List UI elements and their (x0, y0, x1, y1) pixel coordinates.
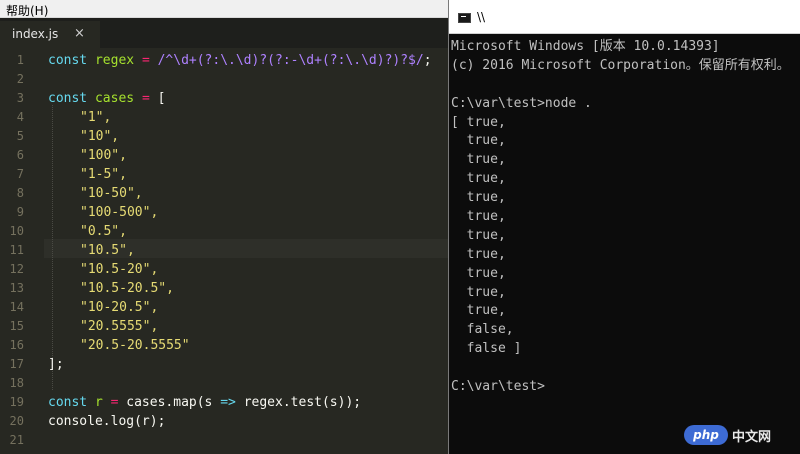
arrow-operator: => (220, 395, 236, 410)
operator: = (141, 53, 150, 68)
code-editor[interactable]: 1 2 3 4 5 6 7 8 9 10 11 12 13 14 15 16 17 18 19 20 21 const … (0, 48, 448, 454)
case-line: "10.5-20.5", (80, 281, 174, 296)
tab-bar: index.js × (0, 18, 448, 48)
menu-bar: 帮助(H) (0, 0, 448, 18)
console-line: true, (451, 265, 506, 281)
case-line: "10.5-20", (80, 262, 159, 277)
case-line: "10", (80, 129, 120, 144)
line-number: 6 (16, 148, 24, 162)
tab-label: index.js (12, 27, 59, 41)
console-line: true, (451, 246, 506, 262)
line-number: 1 (16, 53, 24, 67)
keyword: const (48, 395, 88, 410)
console-title: \\ (477, 10, 486, 24)
console-line: (c) 2016 Microsoft Corporation。保留所有权利。 (451, 57, 790, 73)
terminal-icon (458, 13, 471, 23)
operator: = (110, 395, 119, 410)
console-line: C:\var\test>node . (451, 95, 592, 111)
case-line: "10-50", (80, 186, 143, 201)
console-line: [ true, (451, 114, 506, 130)
method-call: regex.test(s)); (243, 395, 362, 410)
case-line: "0.5", (80, 224, 127, 239)
case-line: "100", (80, 148, 127, 163)
console-line: C:\var\test> (451, 379, 545, 395)
line-number: 18 (9, 376, 24, 390)
console-line: true, (451, 209, 506, 225)
console-title-bar[interactable]: \\ (449, 0, 800, 34)
line-number: 20 (9, 414, 24, 428)
line-number: 4 (16, 110, 24, 124)
line-number: 17 (9, 357, 24, 371)
punctuation: ; (423, 53, 432, 68)
console-window[interactable]: \\ Microsoft Windows [版本 10.0.14393] (c) … (448, 0, 800, 454)
code-line-3: const cases = [ (48, 89, 165, 108)
line-number-gutter: 1 2 3 4 5 6 7 8 9 10 11 12 13 14 15 16 17 18 19 20 21 (0, 48, 40, 454)
line-number: 8 (16, 186, 24, 200)
console-line: true, (451, 303, 506, 319)
console-line: true, (451, 227, 506, 243)
identifier: regex (94, 53, 135, 68)
line-number: 13 (9, 281, 24, 295)
console-line: false, (451, 322, 514, 338)
case-line: "10-20.5", (80, 300, 159, 315)
line-number: 11 (9, 243, 24, 257)
console-line: Microsoft Windows [版本 10.0.14393] (451, 39, 720, 54)
watermark: php 中文网 (684, 423, 796, 447)
operator: = (141, 91, 150, 106)
identifier: cases (94, 91, 135, 106)
punctuation: [ (157, 91, 166, 106)
close-icon[interactable]: × (74, 26, 85, 41)
identifier: r (94, 395, 103, 410)
case-line: "20.5-20.5555" (80, 338, 190, 353)
code-line-20: console.log(r); (48, 414, 166, 429)
code-line-1: const regex = /^\d+(?:\.\d)?(?:-\d+(?:\.… (48, 51, 432, 70)
line-number: 12 (9, 262, 24, 276)
identifier: cases (126, 395, 166, 410)
line-number: 7 (16, 167, 24, 181)
line-number: 21 (9, 433, 24, 447)
line-number: 3 (16, 91, 24, 105)
line-number: 9 (16, 205, 24, 219)
console-line: true, (451, 152, 506, 168)
keyword: const (48, 91, 88, 106)
watermark-badge: php (684, 425, 728, 445)
case-line: "10.5", (80, 243, 135, 258)
case-line: "20.5555", (80, 319, 159, 334)
case-line: "1", (80, 110, 112, 125)
line-number: 19 (9, 395, 24, 409)
line-number: 14 (9, 300, 24, 314)
watermark-text: 中文网 (732, 430, 772, 445)
line-number: 5 (16, 129, 24, 143)
console-output[interactable]: Microsoft Windows [版本 10.0.14393] (c) 201… (449, 34, 800, 454)
case-line: "1-5", (80, 167, 127, 182)
keyword: const (48, 53, 88, 68)
indent-guide (52, 105, 53, 390)
menu-help[interactable]: 帮助(H) (6, 2, 48, 19)
console-line: true, (451, 284, 506, 300)
console-line: true, (451, 133, 506, 149)
console-line: true, (451, 171, 506, 187)
code-line-17: ]; (48, 357, 64, 372)
code-line-19: const r = cases.map(s => regex.test(s)); (48, 393, 361, 412)
tab-index-js[interactable]: index.js × (0, 21, 100, 48)
line-number: 2 (16, 72, 24, 86)
console-line: true, (451, 190, 506, 206)
line-number: 16 (9, 338, 24, 352)
method-call: .map(s (165, 395, 213, 410)
line-number: 10 (9, 224, 24, 238)
line-number: 15 (9, 319, 24, 333)
case-line: "100-500", (80, 205, 159, 220)
regex-literal: /^\d+(?:\.\d)?(?:-\d+(?:\.\d)?)?$/ (157, 53, 424, 68)
console-line: false ] (451, 341, 522, 357)
